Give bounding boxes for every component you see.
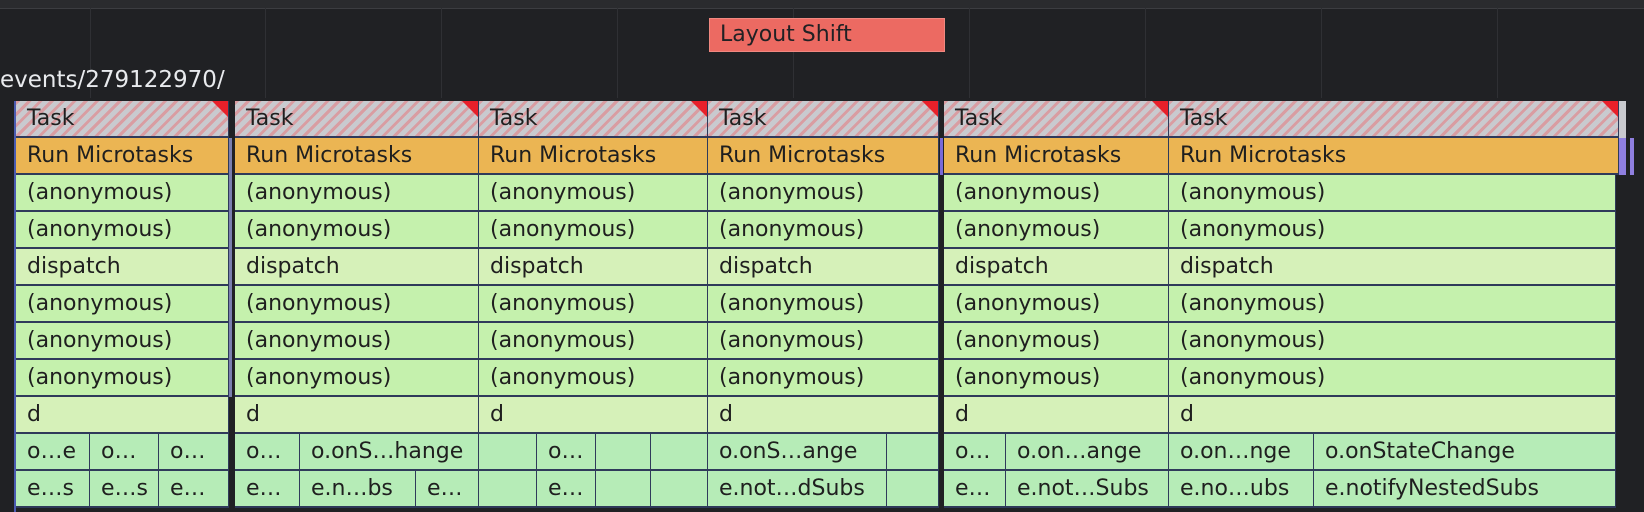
onstatechange-call-block[interactable]: o.on…ange: [1006, 434, 1169, 471]
onstatechange-call-block[interactable]: [887, 434, 939, 471]
anonymous-call-block[interactable]: (anonymous): [708, 175, 939, 212]
notifynestedsubs-call-block[interactable]: [596, 471, 651, 508]
run-microtasks-block[interactable]: Run Microtasks: [235, 138, 479, 175]
anonymous-call-block[interactable]: (anonymous): [16, 175, 229, 212]
onstatechange-call-block[interactable]: o.onS…ange: [708, 434, 887, 471]
anonymous-call-block[interactable]: (anonymous): [1169, 360, 1616, 397]
notifynestedsubs-call-block[interactable]: e…: [416, 471, 479, 508]
anonymous-call-block[interactable]: (anonymous): [944, 175, 1169, 212]
dispatch-call-block[interactable]: dispatch: [235, 249, 479, 286]
anonymous-call-block[interactable]: (anonymous): [944, 286, 1169, 323]
d-call-block[interactable]: d: [479, 397, 708, 434]
task-block[interactable]: Task: [16, 101, 229, 138]
notifynestedsubs-call-block[interactable]: [479, 471, 537, 508]
anonymous-call-block[interactable]: (anonymous): [235, 360, 479, 397]
anonymous-call-block[interactable]: (anonymous): [944, 360, 1169, 397]
run-microtasks-block[interactable]: Run Microtasks: [479, 138, 708, 175]
run-microtasks-block[interactable]: Run Microtasks: [1169, 138, 1619, 175]
anonymous-call-block[interactable]: (anonymous): [235, 323, 479, 360]
task-block[interactable]: Task: [235, 101, 479, 138]
anonymous-call-block[interactable]: (anonymous): [708, 286, 939, 323]
microtask-sliver[interactable]: [1630, 138, 1634, 175]
notifynestedsubs-call-block[interactable]: e…s: [16, 471, 90, 508]
onstatechange-call-block[interactable]: [479, 434, 537, 471]
onstatechange-call-block[interactable]: o…: [90, 434, 159, 471]
notifynestedsubs-call-block[interactable]: [887, 471, 939, 508]
notifynestedsubs-call-block[interactable]: e…s: [90, 471, 159, 508]
notifynestedsubs-call-block[interactable]: e.notifyNestedSubs: [1314, 471, 1616, 508]
onstatechange-call-block[interactable]: o.on…nge: [1169, 434, 1314, 471]
anonymous-call-block[interactable]: (anonymous): [944, 323, 1169, 360]
timeline-ruler: [0, 0, 1644, 9]
notifynestedsubs-call-block[interactable]: e…: [235, 471, 300, 508]
notifynestedsubs-call-block[interactable]: e.not…dSubs: [708, 471, 887, 508]
layout-shift-event[interactable]: Layout Shift: [709, 18, 945, 52]
anonymous-call-block[interactable]: (anonymous): [944, 212, 1169, 249]
dispatch-call-block[interactable]: dispatch: [479, 249, 708, 286]
task-sliver[interactable]: [1619, 101, 1626, 138]
notifynestedsubs-call-block[interactable]: [651, 471, 708, 508]
onstatechange-call-block[interactable]: o…: [235, 434, 300, 471]
anonymous-call-block[interactable]: (anonymous): [708, 360, 939, 397]
anonymous-call-block[interactable]: (anonymous): [708, 323, 939, 360]
task-block[interactable]: Task: [944, 101, 1169, 138]
anonymous-call-block[interactable]: (anonymous): [479, 212, 708, 249]
anonymous-call-block[interactable]: (anonymous): [16, 212, 229, 249]
anonymous-call-block[interactable]: (anonymous): [479, 175, 708, 212]
flame-gap-marker: [940, 138, 943, 175]
main-thread-flame-chart: Task Run Microtasks (anonymous) (anonymo…: [0, 101, 1644, 512]
anonymous-call-block[interactable]: (anonymous): [16, 323, 229, 360]
onstatechange-call-block[interactable]: [651, 434, 708, 471]
anonymous-call-block[interactable]: (anonymous): [235, 212, 479, 249]
dispatch-call-block[interactable]: dispatch: [708, 249, 939, 286]
run-microtasks-block[interactable]: Run Microtasks: [708, 138, 939, 175]
notifynestedsubs-call-block[interactable]: e…: [537, 471, 596, 508]
anonymous-call-block[interactable]: (anonymous): [16, 286, 229, 323]
anonymous-call-block[interactable]: (anonymous): [1169, 286, 1616, 323]
onstatechange-call-block[interactable]: o.onStateChange: [1314, 434, 1616, 471]
notifynestedsubs-call-block[interactable]: e…: [159, 471, 229, 508]
dispatch-call-block[interactable]: dispatch: [944, 249, 1169, 286]
run-microtasks-block[interactable]: Run Microtasks: [944, 138, 1169, 175]
flame-gap-marker: [229, 138, 232, 397]
run-microtasks-block[interactable]: Run Microtasks: [16, 138, 229, 175]
anonymous-call-block[interactable]: (anonymous): [479, 360, 708, 397]
d-call-block[interactable]: d: [1169, 397, 1616, 434]
flame-margin: [0, 101, 14, 512]
anonymous-call-block[interactable]: (anonymous): [479, 323, 708, 360]
d-call-block[interactable]: d: [708, 397, 939, 434]
task-block[interactable]: Task: [708, 101, 939, 138]
anonymous-call-block[interactable]: (anonymous): [16, 360, 229, 397]
onstatechange-call-block[interactable]: o…: [537, 434, 596, 471]
dispatch-call-block[interactable]: dispatch: [16, 249, 229, 286]
notifynestedsubs-call-block[interactable]: e.not…Subs: [1006, 471, 1169, 508]
task-block[interactable]: Task: [1169, 101, 1619, 138]
task-block[interactable]: Task: [479, 101, 708, 138]
anonymous-call-block[interactable]: (anonymous): [1169, 175, 1616, 212]
flame-margin: [1626, 101, 1644, 512]
notifynestedsubs-call-block[interactable]: e.n…bs: [300, 471, 416, 508]
anonymous-call-block[interactable]: (anonymous): [235, 286, 479, 323]
anonymous-call-block[interactable]: (anonymous): [1169, 323, 1616, 360]
anonymous-call-block[interactable]: (anonymous): [235, 175, 479, 212]
network-request-url[interactable]: events/279122970/: [0, 64, 225, 96]
anonymous-call-block[interactable]: (anonymous): [479, 286, 708, 323]
anonymous-call-block[interactable]: (anonymous): [708, 212, 939, 249]
dispatch-call-block[interactable]: dispatch: [1169, 249, 1616, 286]
notifynestedsubs-call-block[interactable]: e…: [944, 471, 1006, 508]
onstatechange-call-block[interactable]: o.onS…hange: [300, 434, 479, 471]
onstatechange-call-block[interactable]: o…: [944, 434, 1006, 471]
notifynestedsubs-call-block[interactable]: e.no…ubs: [1169, 471, 1314, 508]
microtask-sliver[interactable]: [1619, 138, 1626, 175]
onstatechange-call-block[interactable]: o…: [159, 434, 229, 471]
anonymous-call-block[interactable]: (anonymous): [1169, 212, 1616, 249]
onstatechange-call-block[interactable]: [596, 434, 651, 471]
d-call-block[interactable]: d: [235, 397, 479, 434]
d-call-block[interactable]: d: [944, 397, 1169, 434]
onstatechange-call-block[interactable]: o…e: [16, 434, 90, 471]
d-call-block[interactable]: d: [16, 397, 229, 434]
